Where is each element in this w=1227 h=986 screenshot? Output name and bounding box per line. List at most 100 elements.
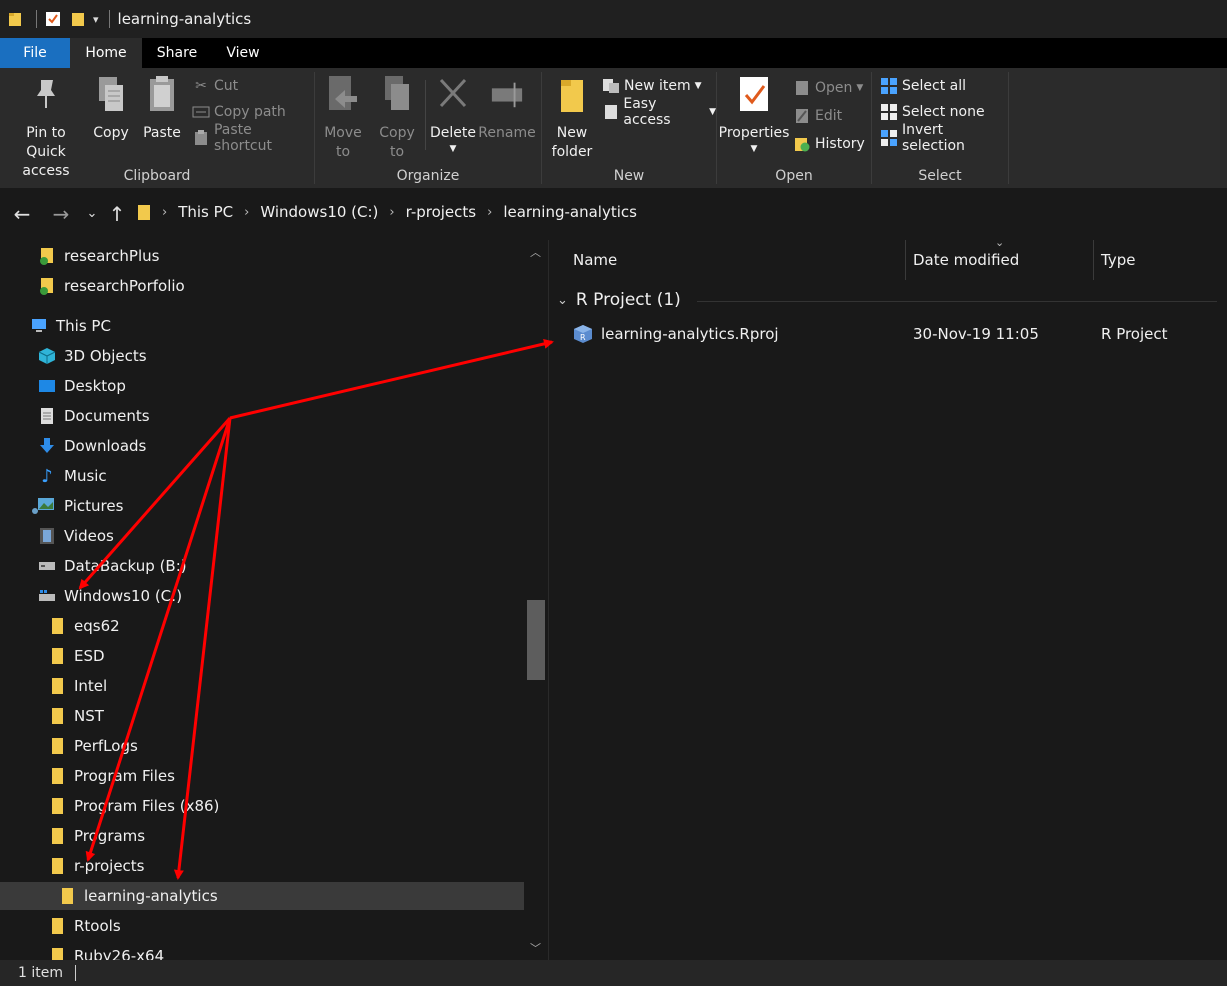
nav-item-windows10[interactable]: Windows10 (C:) [38,582,182,610]
caret-icon: ▼ [856,83,864,93]
select-all-button[interactable]: Select all [880,75,966,97]
edit-button[interactable]: Edit [793,105,842,127]
nav-item-learning-analytics[interactable]: learning-analytics [0,882,524,910]
file-list-pane: Name ⌄ Date modified Type ⌄ R Project (1… [548,236,1227,960]
easy-access-button[interactable]: Easy access ▼ [602,96,716,128]
tab-view[interactable]: View [212,38,274,68]
new-folder-button[interactable]: New folder [550,72,594,162]
separator [108,10,110,28]
pictures-icon [30,497,56,515]
group-header-r-project[interactable]: ⌄ R Project (1) [557,290,681,310]
chevron-down-icon[interactable]: ⌄ [557,293,568,308]
folder-icon [58,887,76,905]
properties-dropdown-icon[interactable]: ▼ [751,143,758,155]
nav-label: This PC [56,317,111,335]
breadcrumb-this-pc[interactable]: This PC [178,203,233,221]
nav-item-intel[interactable]: Intel [48,672,107,700]
select-group-label: Select [918,168,962,184]
folder-icon [48,947,66,960]
customize-quick-access-icon[interactable]: ▾ [93,13,99,26]
column-header-type[interactable]: Type [1101,240,1135,280]
back-arrow-icon[interactable]: ← [12,202,32,226]
nav-item-rtools[interactable]: Rtools [48,912,121,940]
nav-item-desktop[interactable]: Desktop [38,372,126,400]
ribbon: Pin to Quick access Copy Paste ✂ Cut Cop… [0,68,1227,188]
chevron-right-icon[interactable]: › [244,205,249,220]
properties-button[interactable]: Properties ▼ [719,72,789,155]
new-item-button[interactable]: New item ▼ [602,75,702,97]
select-none-button[interactable]: Select none [880,101,985,123]
folder-icon [48,707,66,725]
tab-share[interactable]: Share [142,38,212,68]
cut-label: Cut [214,78,239,94]
delete-button[interactable]: Delete ▼ [430,72,476,155]
history-button[interactable]: History [793,133,865,155]
file-date-modified: 30-Nov-19 11:05 [913,325,1039,343]
column-header-date-modified[interactable]: Date modified [913,240,1019,280]
nav-item-videos[interactable]: Videos [38,522,114,550]
nav-item-r-projects[interactable]: r-projects [48,852,145,880]
nav-item-nst[interactable]: NST [48,702,104,730]
chevron-right-icon[interactable]: › [389,205,394,220]
column-header-name[interactable]: Name [573,240,617,280]
new-folder-quick-icon[interactable] [71,11,85,27]
computer-icon [30,317,48,335]
nav-item-music[interactable]: ♪ Music [38,462,106,490]
easy-access-icon [602,103,619,121]
open-button[interactable]: Open ▼ [793,77,863,99]
nav-item-this-pc[interactable]: This PC [30,312,111,340]
invert-selection-button[interactable]: Invert selection [880,122,1008,154]
breadcrumb-windows10[interactable]: Windows10 (C:) [260,203,378,221]
file-row[interactable]: R learning-analytics.Rproj 30-Nov-19 11:… [573,320,1223,348]
scroll-down-icon[interactable]: ﹀ [530,940,541,956]
delete-dropdown-icon[interactable]: ▼ [450,143,457,155]
nav-item-program-files-x86[interactable]: Program Files (x86) [48,792,219,820]
nav-item-3d-objects[interactable]: 3D Objects [38,342,147,370]
properties-quick-icon[interactable] [45,11,61,27]
chevron-right-icon[interactable]: › [487,205,492,220]
new-folder-label-2: folder [551,144,593,160]
copy-to-label-1: Copy [379,125,415,141]
nav-item-researchporfolio[interactable]: researchPorfolio [38,272,185,300]
nav-item-downloads[interactable]: Downloads [38,432,146,460]
select-none-icon [880,103,898,121]
nav-item-ruby26[interactable]: Ruby26-x64 [48,942,164,960]
folder-icon [48,677,66,695]
nav-item-perflogs[interactable]: PerfLogs [48,732,138,760]
rename-button[interactable]: Rename [478,72,536,143]
paste-button[interactable]: Paste [140,72,184,143]
nav-item-researchplus[interactable]: researchPlus [38,242,159,270]
paste-shortcut-button[interactable]: Paste shortcut [192,122,314,154]
nav-item-eqs62[interactable]: eqs62 [48,612,120,640]
easy-access-label: Easy access [623,96,671,128]
nav-item-programs[interactable]: Programs [48,822,145,850]
breadcrumb-learning-analytics[interactable]: learning-analytics [503,203,637,221]
folder-icon [48,617,66,635]
column-separator[interactable] [1093,240,1094,280]
scroll-up-icon[interactable]: ︿ [530,244,541,260]
nav-item-program-files[interactable]: Program Files [48,762,175,790]
nav-item-esd[interactable]: ESD [48,642,105,670]
delete-label: Delete [430,125,476,141]
column-separator[interactable] [905,240,906,280]
tab-home[interactable]: Home [70,38,142,68]
scrollbar-thumb[interactable] [527,600,545,680]
chevron-right-icon[interactable]: › [162,205,167,220]
cut-button[interactable]: ✂ Cut [192,75,238,97]
up-arrow-icon[interactable]: ↑ [107,202,127,226]
tab-file[interactable]: File [0,38,70,68]
copy-to-button[interactable]: Copy to [375,72,419,162]
nav-scrollbar[interactable]: ︿ ﹀ [524,240,548,960]
copy-path-button[interactable]: Copy path [192,101,286,123]
nav-item-databackup[interactable]: DataBackup (B:) [38,552,187,580]
history-icon [793,135,811,153]
forward-arrow-icon[interactable]: → [51,202,71,226]
nav-item-pictures[interactable]: Pictures [30,492,123,520]
invert-selection-icon [880,129,898,147]
pin-to-quick-access-button[interactable]: Pin to Quick access [6,72,86,181]
copy-button[interactable]: Copy [90,72,132,143]
breadcrumb-r-projects[interactable]: r-projects [406,203,477,221]
recent-locations-icon[interactable]: ⌄ [82,206,102,221]
move-to-button[interactable]: Move to [321,72,365,162]
nav-item-documents[interactable]: Documents [38,402,150,430]
